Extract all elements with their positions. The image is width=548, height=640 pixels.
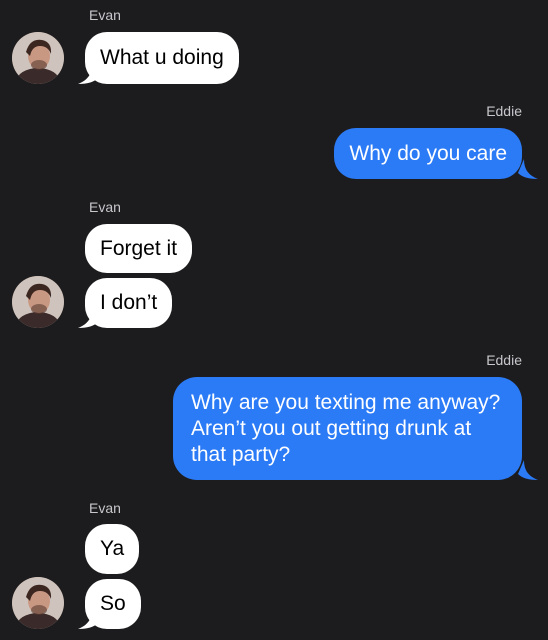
message-text: Why do you care bbox=[349, 141, 507, 165]
message-bubble-incoming[interactable]: What u doing bbox=[85, 32, 239, 84]
message-text: So bbox=[100, 592, 126, 615]
message-text: Ya bbox=[100, 537, 125, 560]
message-bubble-incoming[interactable]: Forget it bbox=[85, 224, 193, 273]
avatar-photo-icon bbox=[12, 577, 64, 629]
message-bubble-outgoing[interactable]: Why do you care bbox=[334, 128, 522, 179]
message-bubble-incoming[interactable]: Ya bbox=[85, 524, 140, 574]
bubble-tail bbox=[518, 460, 538, 480]
avatar-photo-icon bbox=[12, 32, 64, 84]
message-text: What u doing bbox=[100, 46, 224, 69]
bubble-tail bbox=[78, 609, 98, 629]
avatar-photo-icon bbox=[12, 276, 64, 328]
sender-label-evan: Evan bbox=[89, 199, 121, 215]
bubble-tail bbox=[78, 308, 98, 328]
message-text: I don’t bbox=[100, 291, 158, 314]
bubble-tail bbox=[78, 64, 98, 84]
evan-avatar[interactable] bbox=[12, 577, 64, 629]
evan-avatar[interactable] bbox=[12, 276, 64, 328]
evan-avatar[interactable] bbox=[12, 32, 64, 84]
message-text: Why are you texting me anyway? Aren’t yo… bbox=[191, 390, 501, 466]
bubble-tail bbox=[518, 159, 538, 179]
sender-label-evan: Evan bbox=[89, 7, 121, 23]
sender-label-eddie: Eddie bbox=[486, 352, 522, 368]
sender-label-evan: Evan bbox=[89, 500, 121, 516]
message-bubble-incoming[interactable]: I don’t bbox=[85, 278, 173, 328]
message-text: Forget it bbox=[100, 236, 178, 260]
sender-label-eddie: Eddie bbox=[486, 103, 522, 119]
message-bubble-outgoing[interactable]: Why are you texting me anyway? Aren’t yo… bbox=[173, 377, 522, 480]
